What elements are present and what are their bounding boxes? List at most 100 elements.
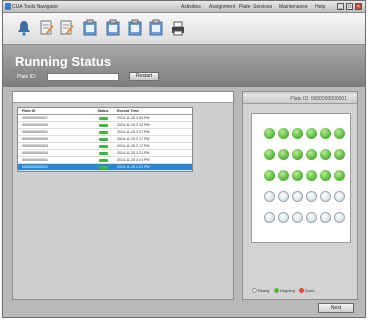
app-icon bbox=[5, 3, 11, 10]
plate-well[interactable] bbox=[320, 212, 331, 223]
table-row[interactable]: 0000000000001 2014-11-25 2:21 PM bbox=[18, 157, 192, 164]
status-indicator-icon bbox=[98, 151, 108, 155]
status-indicator-icon bbox=[98, 123, 108, 127]
row-plate-id: 0000000000003 bbox=[22, 144, 48, 148]
table-row[interactable]: 0000000000003 2014-11-25 2:17 PM bbox=[18, 143, 192, 150]
clipboard-icon[interactable] bbox=[149, 19, 163, 37]
printer-icon[interactable] bbox=[171, 19, 185, 37]
legend-ongoing-label: Ongoing bbox=[279, 288, 295, 293]
plate-id-display-value: 0000000000001 bbox=[310, 96, 347, 102]
legend: Ready Ongoing Done bbox=[249, 288, 315, 294]
toolbar bbox=[3, 13, 365, 45]
plate-well[interactable] bbox=[320, 170, 331, 181]
edit-doc-icon[interactable] bbox=[60, 19, 74, 37]
clipboard-icon[interactable] bbox=[83, 19, 97, 37]
window-title: CUA Tools Navigator bbox=[12, 4, 59, 10]
row-status bbox=[91, 143, 115, 149]
row-record-time: 2014-11-25 2:21 PM bbox=[117, 165, 150, 169]
plate-well[interactable] bbox=[292, 149, 303, 160]
maximize-button[interactable]: □ bbox=[346, 3, 353, 10]
menu-help[interactable]: Help bbox=[315, 4, 325, 10]
plate-well[interactable] bbox=[278, 128, 289, 139]
clipboard-icon[interactable] bbox=[106, 19, 120, 37]
plate-well[interactable] bbox=[264, 170, 275, 181]
column-plate-id[interactable]: Plate ID bbox=[22, 108, 35, 114]
plate-well[interactable] bbox=[334, 212, 345, 223]
plate-well[interactable] bbox=[292, 128, 303, 139]
plate-well[interactable] bbox=[306, 191, 317, 202]
table-row[interactable]: 0000000000003 2014-11-25 2:12 PM bbox=[18, 122, 192, 129]
plate-well[interactable] bbox=[264, 212, 275, 223]
row-record-time: 2014-11-25 2:12 PM bbox=[117, 123, 150, 127]
table-row[interactable]: 0000000000007 2014-11-25 2:54 PM bbox=[18, 115, 192, 122]
menu-maintenance[interactable]: Maintenance bbox=[279, 4, 308, 10]
plate-list-panel: Plate ID Status Record Time 000000000000… bbox=[12, 91, 234, 300]
plate-well[interactable] bbox=[334, 170, 345, 181]
plate-well[interactable] bbox=[292, 212, 303, 223]
plate-well[interactable] bbox=[292, 191, 303, 202]
plate-well[interactable] bbox=[278, 170, 289, 181]
plate-well[interactable] bbox=[320, 149, 331, 160]
close-button[interactable]: × bbox=[355, 3, 362, 10]
plate-well-grid bbox=[251, 113, 351, 243]
plate-view-panel: Plate ID: 0000000000001 Ready Ongoing Do… bbox=[242, 91, 358, 300]
row-plate-id: 0000000000003 bbox=[22, 137, 48, 141]
row-record-time: 2014-11-25 2:21 PM bbox=[117, 158, 150, 162]
edit-doc-icon[interactable] bbox=[40, 19, 54, 37]
column-record-time[interactable]: Record Time bbox=[117, 108, 139, 114]
bell-icon[interactable] bbox=[17, 19, 31, 37]
plate-well[interactable] bbox=[306, 212, 317, 223]
status-header: Running Status Plate ID: Restart bbox=[3, 45, 365, 87]
plate-well[interactable] bbox=[292, 170, 303, 181]
plate-well[interactable] bbox=[334, 149, 345, 160]
plate-well[interactable] bbox=[334, 128, 345, 139]
row-status bbox=[91, 122, 115, 128]
plate-well[interactable] bbox=[278, 191, 289, 202]
legend-done-label: Done bbox=[304, 288, 315, 293]
plate-id-label: Plate ID: bbox=[17, 74, 37, 80]
legend-done-icon bbox=[298, 288, 304, 294]
table-row[interactable]: 0000000000004 2014-11-25 2:21 PM bbox=[18, 150, 192, 157]
row-plate-id: 0000000000007 bbox=[22, 116, 48, 120]
plate-well[interactable] bbox=[264, 191, 275, 202]
plate-well[interactable] bbox=[278, 149, 289, 160]
restart-button[interactable]: Restart bbox=[129, 72, 159, 81]
plate-list-header-bar bbox=[13, 92, 233, 103]
clipboard-icon[interactable] bbox=[128, 19, 142, 37]
plate-well[interactable] bbox=[306, 128, 317, 139]
plate-well[interactable] bbox=[264, 128, 275, 139]
row-status bbox=[91, 150, 115, 156]
menu-services[interactable]: Services bbox=[253, 4, 272, 10]
row-record-time: 2014-11-25 2:54 PM bbox=[117, 116, 150, 120]
menu-assignment[interactable]: Assignment bbox=[209, 4, 235, 10]
next-button[interactable]: Next bbox=[318, 303, 354, 313]
row-plate-id: 0000000000004 bbox=[22, 151, 48, 155]
status-indicator-icon bbox=[98, 158, 108, 162]
menu-plate[interactable]: Plate bbox=[239, 4, 250, 10]
row-status bbox=[91, 157, 115, 163]
row-status bbox=[91, 136, 115, 142]
plate-well[interactable] bbox=[264, 149, 275, 160]
plate-well[interactable] bbox=[320, 128, 331, 139]
row-plate-id: 0000000000001 bbox=[22, 158, 48, 162]
menu-activities[interactable]: Activities bbox=[181, 4, 201, 10]
plate-well[interactable] bbox=[278, 212, 289, 223]
minimize-button[interactable]: _ bbox=[337, 3, 344, 10]
plate-well[interactable] bbox=[334, 191, 345, 202]
plate-well[interactable] bbox=[320, 191, 331, 202]
plate-table: Plate ID Status Record Time 000000000000… bbox=[17, 107, 193, 172]
row-record-time: 2014-11-25 2:21 PM bbox=[117, 151, 150, 155]
table-row[interactable]: 0000000000003 2014-11-25 2:17 PM bbox=[18, 136, 192, 143]
table-row[interactable]: 0000000000001 2014-11-25 2:17 PM bbox=[18, 129, 192, 136]
table-row[interactable]: 0000000000001 2014-11-25 2:21 PM bbox=[18, 164, 192, 171]
plate-id-input[interactable] bbox=[47, 73, 119, 81]
row-plate-id: 0000000000001 bbox=[22, 165, 48, 169]
status-indicator-icon bbox=[98, 137, 108, 141]
row-plate-id: 0000000000003 bbox=[22, 123, 48, 127]
row-status bbox=[91, 129, 115, 135]
row-plate-id: 0000000000001 bbox=[22, 130, 48, 134]
plate-well[interactable] bbox=[306, 170, 317, 181]
plate-well[interactable] bbox=[306, 149, 317, 160]
column-status[interactable]: Status bbox=[91, 108, 115, 114]
legend-ready-icon bbox=[252, 288, 257, 294]
